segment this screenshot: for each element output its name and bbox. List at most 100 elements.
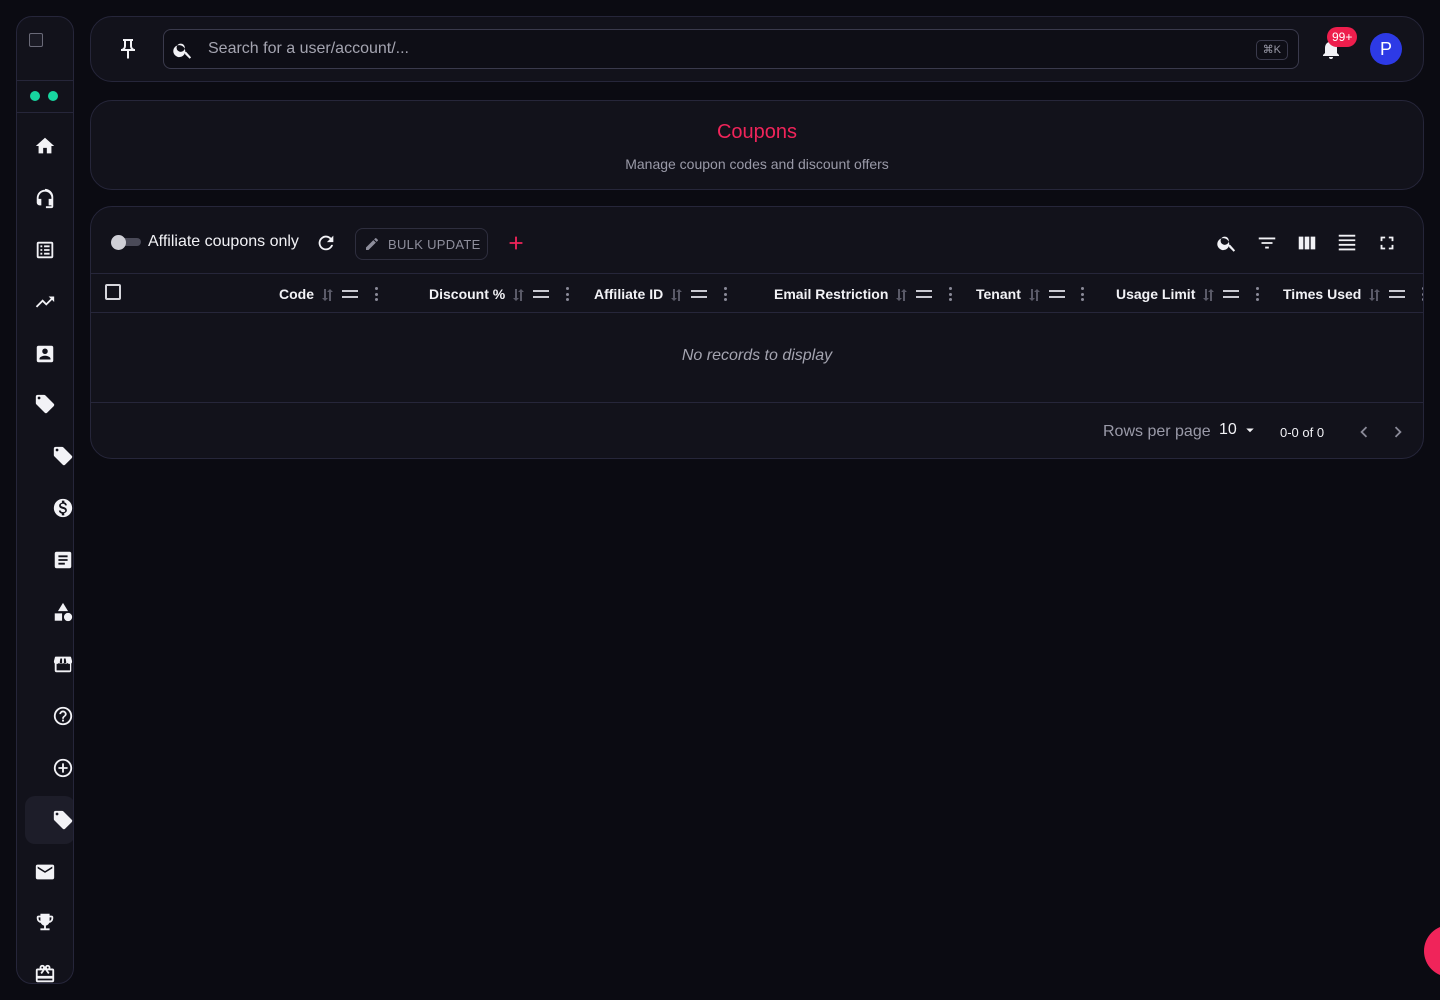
column-header[interactable]: Code [279, 284, 378, 304]
sidebar-subitem-tags[interactable] [48, 441, 73, 471]
bulk-update-button[interactable]: BULK UPDATE [355, 228, 488, 260]
drag-handle-icon[interactable] [342, 290, 358, 298]
drag-handle-icon[interactable] [916, 290, 933, 298]
drag-handle-icon[interactable] [691, 290, 708, 298]
add-circle-icon [53, 758, 73, 778]
pin-icon [121, 39, 135, 59]
plus-icon [509, 236, 523, 250]
sidebar-item-rewards[interactable] [30, 907, 60, 937]
column-header[interactable]: Tenant [976, 284, 1085, 304]
column-header[interactable]: Affiliate ID [594, 284, 727, 304]
sidebar-subitem-coupons[interactable] [48, 805, 73, 835]
rows-per-page-select[interactable]: 10 [1219, 421, 1259, 439]
density-icon [1338, 234, 1356, 251]
column-header-label: Discount % [429, 286, 506, 302]
bulk-update-label: BULK UPDATE [388, 236, 481, 252]
drag-handle-icon[interactable] [533, 290, 550, 298]
table-header-row: Code Discount % Affiliate ID Email Restrict… [91, 273, 1423, 313]
sidebar-item-analytics[interactable] [30, 287, 60, 317]
divider [17, 80, 73, 81]
page-header: Coupons Manage coupon codes and discount… [90, 100, 1424, 190]
density-button[interactable] [1336, 232, 1358, 254]
divider [17, 112, 73, 113]
column-header[interactable]: Usage Limit [1116, 284, 1259, 304]
drag-handle-icon[interactable] [1389, 290, 1406, 298]
sidebar-item-lists[interactable] [30, 235, 60, 265]
next-page-button[interactable] [1387, 421, 1409, 443]
sort-icon[interactable] [669, 286, 683, 302]
sort-icon[interactable] [1027, 286, 1041, 302]
coupons-table-card: Affiliate coupons only BULK UPDATE Code D… [90, 206, 1424, 459]
column-header-label: Affiliate ID [594, 286, 664, 302]
storefront-icon [53, 656, 73, 673]
sidebar-item-mail[interactable] [30, 857, 60, 887]
column-menu-icon[interactable] [1421, 287, 1423, 301]
affiliate-only-toggle[interactable] [111, 235, 141, 250]
column-header[interactable]: Times Used [1283, 284, 1423, 304]
home-icon [35, 137, 55, 154]
chevron-right-icon [1394, 426, 1402, 438]
empty-message: No records to display [681, 347, 833, 364]
sort-icon[interactable] [511, 286, 525, 302]
sort-icon[interactable] [320, 286, 334, 302]
article-icon [54, 551, 72, 569]
drag-handle-icon[interactable] [1048, 290, 1065, 298]
logo-image[interactable] [29, 33, 47, 51]
table-search-button[interactable] [1216, 232, 1238, 254]
sort-icon[interactable] [1367, 286, 1381, 302]
keyboard-shortcut-hint: ⌘K [1255, 40, 1288, 60]
pin-button[interactable] [116, 37, 140, 61]
sidebar-subitem-add[interactable] [48, 753, 73, 783]
filter-button[interactable] [1256, 232, 1278, 254]
sidebar-item-tags[interactable] [30, 389, 60, 419]
sidebar-subitem-articles[interactable] [48, 545, 73, 575]
column-menu-icon[interactable] [565, 287, 569, 301]
rows-per-page-label: Rows per page [1103, 423, 1211, 440]
sort-icon[interactable] [1201, 286, 1215, 302]
column-menu-icon[interactable] [374, 287, 378, 301]
sidebar-subitem-store[interactable] [48, 649, 73, 679]
trending-up-icon [35, 296, 55, 308]
column-header[interactable]: Discount % [429, 284, 569, 304]
previous-page-button[interactable] [1353, 421, 1375, 443]
refresh-button[interactable] [315, 232, 337, 254]
add-coupon-button[interactable] [505, 232, 527, 254]
floating-action-button[interactable] [1424, 925, 1440, 977]
caret-down-icon [1246, 428, 1254, 433]
sidebar-item-home[interactable] [30, 131, 60, 161]
sort-icon[interactable] [894, 286, 908, 302]
sidebar-item-gifts[interactable] [30, 959, 60, 983]
sidebar-subitem-billing[interactable] [48, 493, 73, 523]
column-menu-icon[interactable] [948, 287, 952, 301]
sidebar-item-contacts[interactable] [30, 339, 60, 369]
column-header-label: Times Used [1283, 286, 1362, 302]
columns-button[interactable] [1296, 232, 1318, 254]
list-icon [36, 241, 54, 259]
gift-icon [35, 964, 55, 983]
affiliate-only-toggle-label: Affiliate coupons only [148, 233, 299, 250]
column-menu-icon[interactable] [1081, 287, 1085, 301]
search-input[interactable] [208, 30, 1248, 68]
column-header[interactable]: Email Restriction [774, 284, 952, 304]
drag-handle-icon[interactable] [1223, 290, 1240, 298]
view-columns-icon [1298, 236, 1316, 250]
tag-icon [53, 810, 73, 830]
filter-icon [1258, 237, 1276, 249]
headset-icon [36, 188, 54, 209]
column-menu-icon[interactable] [723, 287, 727, 301]
sidebar-subitem-categories[interactable] [48, 597, 73, 627]
search-icon [1217, 236, 1236, 252]
select-all-checkbox[interactable] [105, 284, 121, 300]
column-menu-icon[interactable] [1255, 287, 1259, 301]
sidebar-subitem-help[interactable] [48, 701, 73, 731]
contact-card-icon [36, 345, 54, 363]
notification-count-badge: 99+ [1327, 27, 1358, 47]
fullscreen-icon [1380, 236, 1394, 250]
fullscreen-button[interactable] [1376, 232, 1398, 254]
column-header-label: Email Restriction [774, 286, 889, 302]
search-icon [172, 39, 194, 61]
user-avatar[interactable]: P [1370, 33, 1402, 65]
sidebar-item-support[interactable] [30, 183, 60, 213]
pagination: Rows per page 10 0-0 of 0 [91, 403, 1423, 458]
tag-icon [35, 394, 55, 414]
